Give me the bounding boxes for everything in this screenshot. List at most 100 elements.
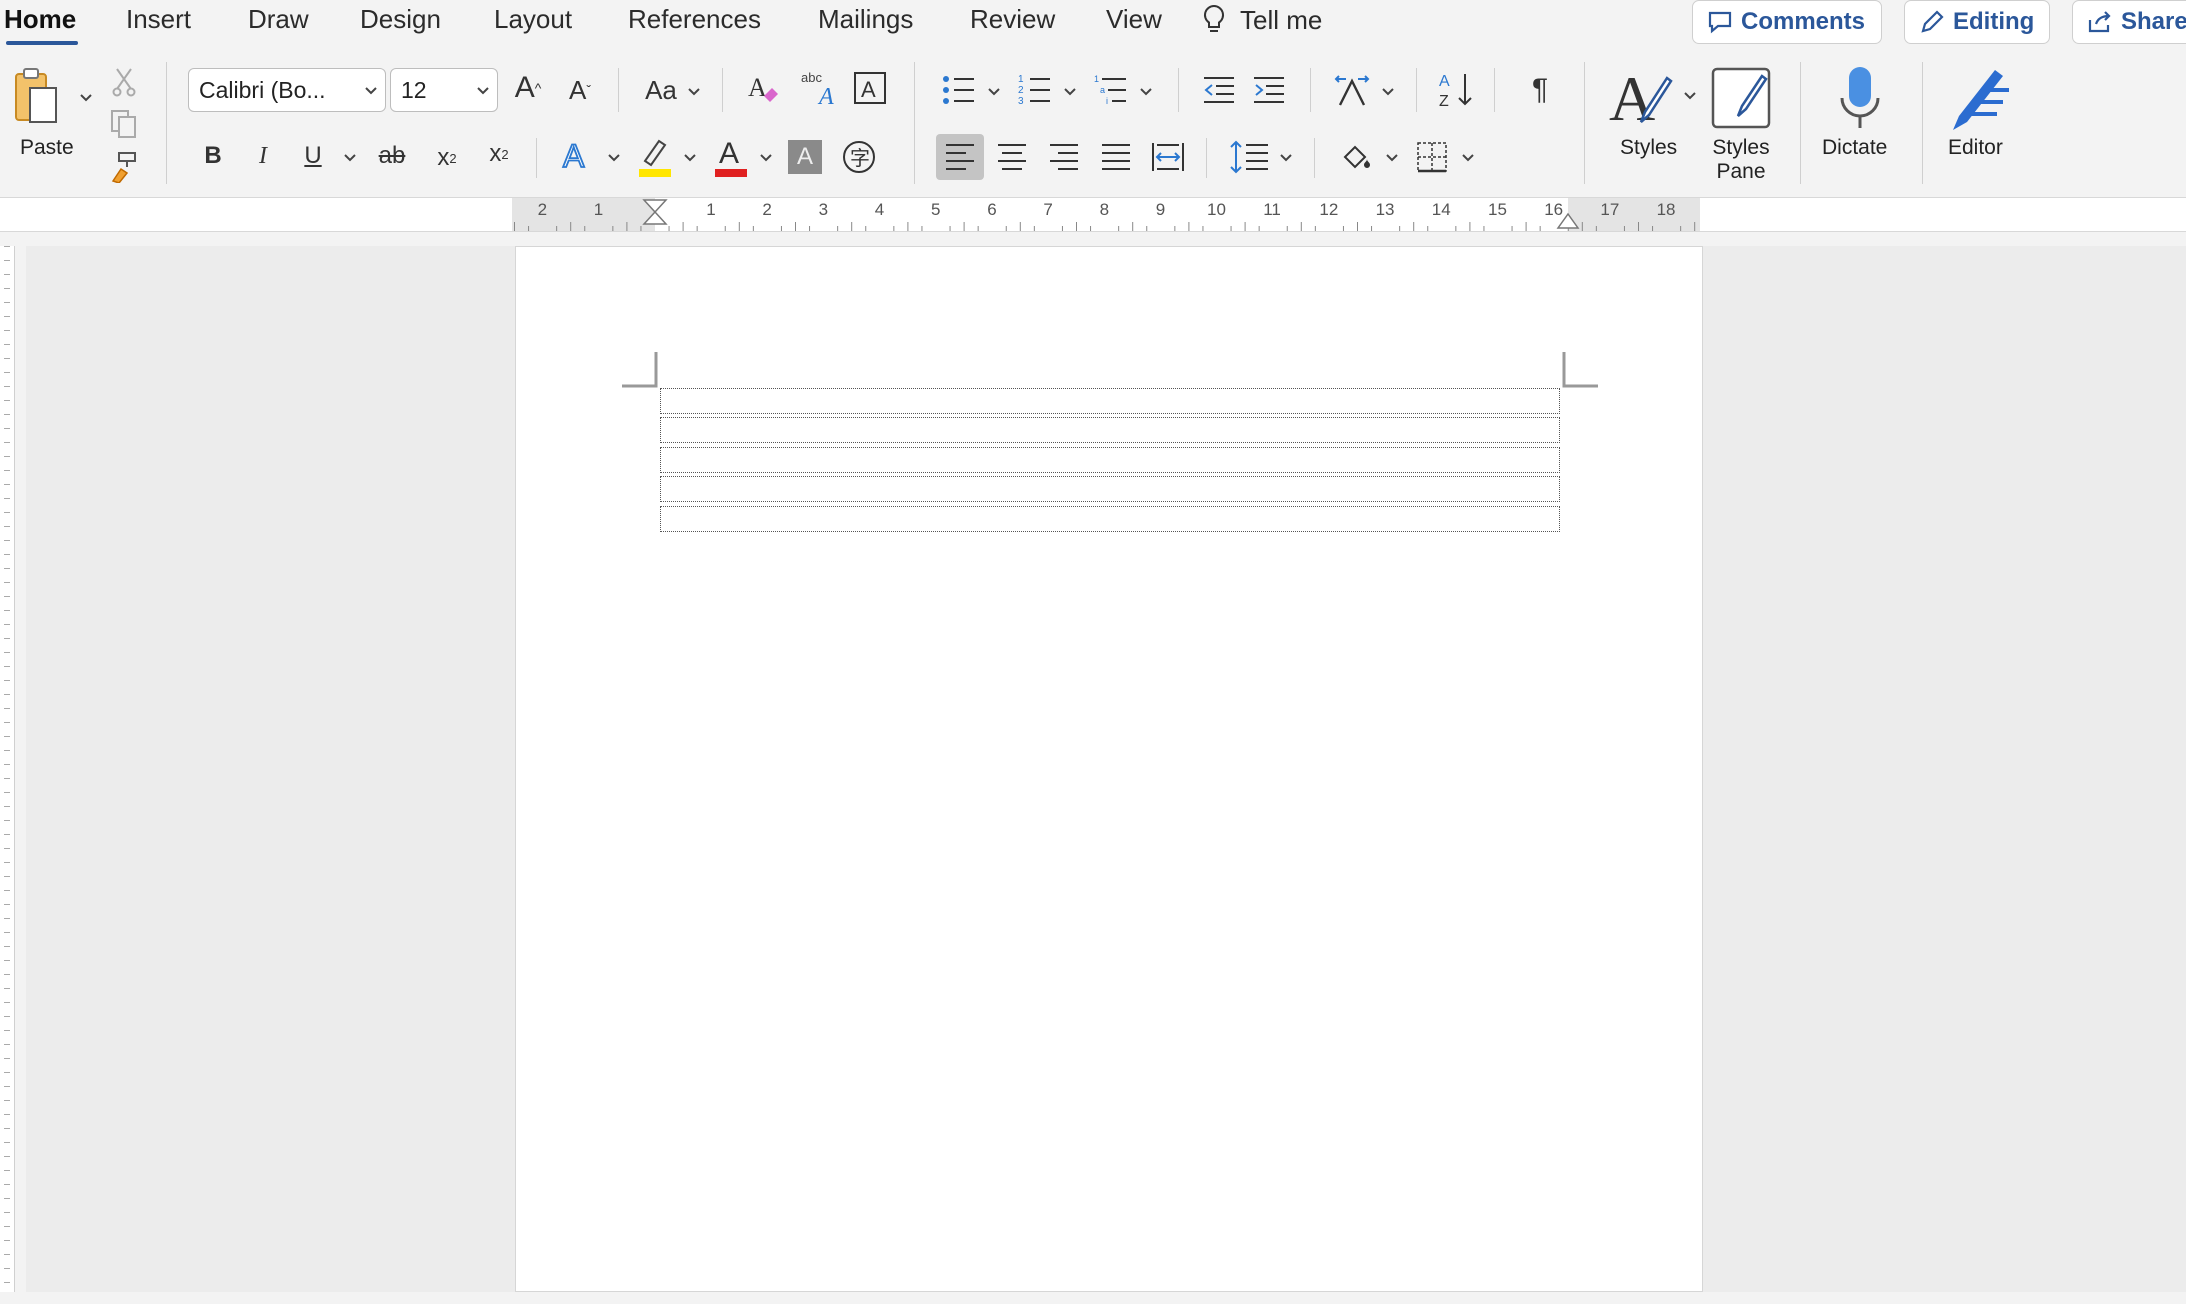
tab-view[interactable]: View (1106, 4, 1162, 35)
character-border-icon: A (854, 72, 886, 104)
increase-indent-icon (1254, 77, 1284, 103)
vertical-ruler[interactable] (0, 246, 15, 1292)
text-direction-chevron-icon[interactable] (1380, 84, 1396, 100)
highlight-color-button[interactable] (636, 134, 674, 180)
clear-formatting-button[interactable]: A (744, 68, 784, 108)
change-case-button[interactable]: Aa (636, 70, 686, 110)
svg-text:A: A (719, 137, 739, 170)
line-spacing-icon (1230, 140, 1268, 174)
superscript-button[interactable]: x2 (482, 132, 516, 176)
vertical-ruler-tick (4, 680, 10, 681)
justify-button[interactable] (1096, 134, 1136, 180)
borders-button[interactable] (1412, 134, 1452, 180)
vertical-ruler-tick (4, 400, 10, 401)
styles-chevron-icon[interactable] (1682, 88, 1698, 104)
align-center-button[interactable] (992, 134, 1032, 180)
horizontal-ruler[interactable]: 2 1 1 2 3 4 5 6 7 8 9 10 11 12 13 14 15 16 17 18 (512, 198, 1700, 231)
dictate-button[interactable] (1834, 64, 1886, 134)
line-spacing-chevron-icon[interactable] (1278, 150, 1294, 166)
ruler-number: 2 (762, 200, 772, 219)
justify-icon (1102, 144, 1130, 170)
tab-insert[interactable]: Insert (126, 4, 191, 35)
vertical-ruler-tick (4, 820, 10, 821)
tell-me-search[interactable]: Tell me (1202, 4, 1322, 36)
font-size-dropdown[interactable]: 12 (390, 68, 498, 112)
tab-layout[interactable]: Layout (494, 4, 572, 35)
shading-chevron-icon[interactable] (1384, 150, 1400, 166)
underline-button[interactable]: U (298, 136, 328, 176)
svg-text:Z: Z (1439, 93, 1449, 110)
text-effects-phonetic-button[interactable]: abc A (798, 66, 840, 110)
paste-button[interactable] (12, 66, 60, 128)
shading-button[interactable] (1336, 134, 1376, 180)
enclose-characters-button[interactable]: 字 (840, 138, 878, 176)
italic-button[interactable]: I (248, 136, 278, 176)
svg-text:i: i (1106, 96, 1108, 106)
sort-button[interactable]: AZ (1436, 68, 1476, 112)
share-button[interactable]: Share (2072, 0, 2186, 44)
styles-gallery-button[interactable]: A (1606, 64, 1686, 134)
table-row[interactable] (660, 506, 1560, 532)
comments-button[interactable]: Comments (1692, 0, 1882, 44)
svg-text:1: 1 (1094, 74, 1099, 84)
borders-chevron-icon[interactable] (1460, 150, 1476, 166)
vertical-ruler-tick (4, 1058, 10, 1059)
format-painter-button[interactable] (108, 150, 140, 184)
tab-home[interactable]: Home (4, 4, 76, 35)
show-formatting-marks-button[interactable]: ¶ (1520, 70, 1560, 110)
bold-button[interactable]: B (198, 136, 228, 176)
tab-design[interactable]: Design (360, 4, 441, 35)
font-name-dropdown[interactable]: Calibri (Bo... (188, 68, 386, 112)
styles-pane-button[interactable] (1710, 66, 1772, 132)
vertical-ruler-tick (4, 750, 10, 751)
strikethrough-button[interactable]: ab (372, 136, 412, 176)
table-row[interactable] (660, 476, 1560, 502)
subscript-button[interactable]: x2 (430, 136, 464, 180)
line-spacing-button[interactable] (1228, 134, 1272, 180)
vertical-ruler-tick (4, 932, 10, 933)
align-left-button[interactable] (936, 134, 984, 180)
font-color-chevron-icon[interactable] (758, 150, 774, 166)
first-line-indent-marker-icon[interactable] (642, 198, 668, 242)
increase-indent-button[interactable] (1250, 70, 1288, 110)
character-shading-button[interactable]: A (788, 140, 822, 174)
clipboard-icon (15, 68, 57, 123)
vertical-ruler-tick (4, 470, 10, 471)
tab-mailings[interactable]: Mailings (818, 4, 913, 35)
grow-font-icon[interactable]: A ^ (508, 68, 548, 108)
table-row[interactable] (660, 447, 1560, 473)
decrease-indent-button[interactable] (1200, 70, 1238, 110)
editor-button[interactable] (1944, 64, 2016, 134)
text-effects-chevron-icon[interactable] (606, 150, 622, 166)
multilevel-chevron-icon[interactable] (1138, 84, 1154, 100)
font-color-button[interactable]: A (712, 132, 750, 180)
character-border-button[interactable]: A (852, 68, 888, 108)
table-row[interactable] (660, 417, 1560, 443)
align-right-button[interactable] (1044, 134, 1084, 180)
shrink-font-icon[interactable]: Aˇ (560, 70, 600, 110)
tab-references[interactable]: References (628, 4, 761, 35)
vertical-ruler-tick (4, 386, 10, 387)
paste-dropdown-chevron-icon[interactable] (78, 90, 94, 106)
tab-draw[interactable]: Draw (248, 4, 309, 35)
copy-button[interactable] (108, 108, 140, 140)
change-case-chevron-icon[interactable] (686, 84, 702, 100)
distributed-button[interactable] (1148, 134, 1188, 180)
cut-button[interactable] (108, 66, 140, 98)
clear-formatting-icon: A (748, 73, 778, 102)
multilevel-list-button[interactable]: 1ai (1092, 70, 1130, 110)
numbering-button[interactable]: 123 (1016, 70, 1054, 110)
chevron-down-icon (365, 87, 377, 95)
highlight-chevron-icon[interactable] (682, 150, 698, 166)
underline-chevron-icon[interactable] (342, 150, 358, 166)
editing-mode-button[interactable]: Editing (1904, 0, 2050, 44)
text-direction-button[interactable] (1332, 70, 1372, 110)
tab-review[interactable]: Review (970, 4, 1055, 35)
right-indent-marker-icon[interactable] (1556, 210, 1580, 230)
text-effects-button[interactable]: A (558, 134, 596, 178)
editor-pen-icon (1953, 70, 2009, 130)
numbering-chevron-icon[interactable] (1062, 84, 1078, 100)
bullets-button[interactable] (940, 70, 978, 110)
table-row[interactable] (660, 388, 1560, 414)
bullets-chevron-icon[interactable] (986, 84, 1002, 100)
